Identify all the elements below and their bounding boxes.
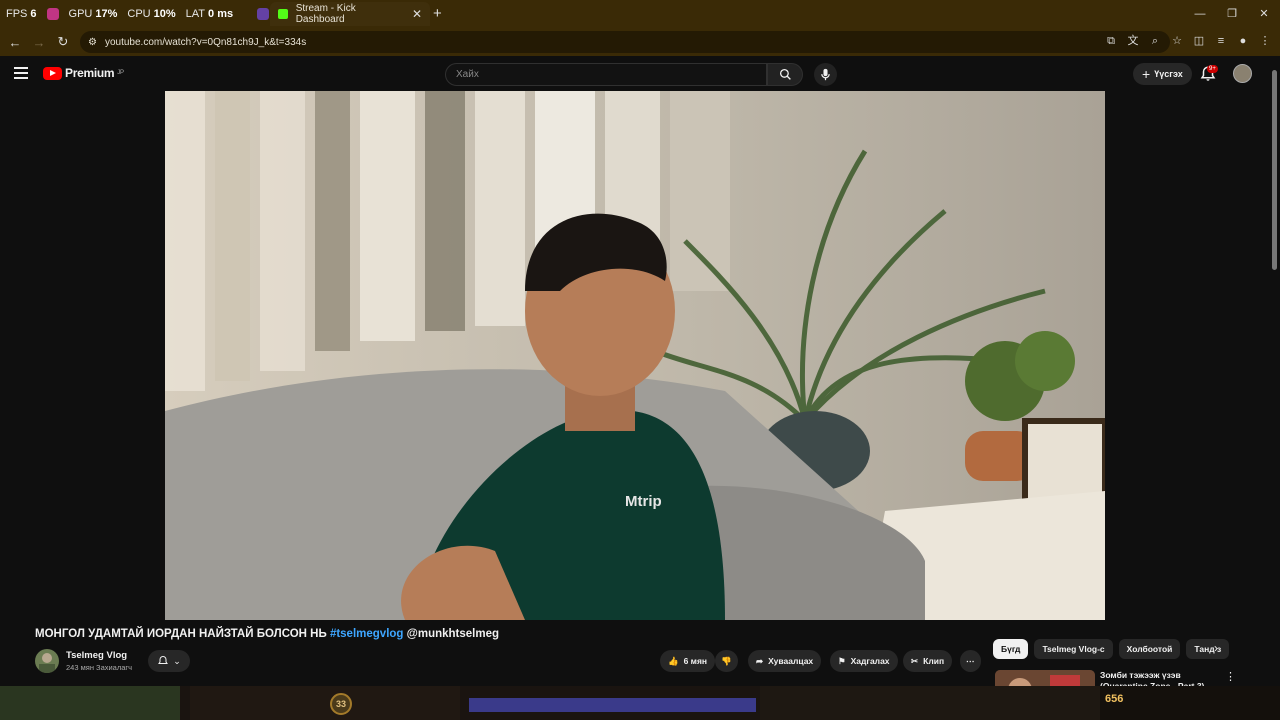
instagram-icon[interactable] bbox=[46, 8, 59, 20]
related-chips: Бүгд Tselmeg Vlog-с Холбоотой Танд з bbox=[993, 639, 1231, 659]
chip-related[interactable]: Холбоотой bbox=[1118, 639, 1181, 659]
reload-button[interactable]: ↻ bbox=[51, 34, 75, 50]
tab-kick-dashboard[interactable]: Stream - Kick Dashboard ✕ bbox=[270, 2, 430, 26]
close-window-button[interactable]: ✕ bbox=[1248, 0, 1280, 28]
chevron-down-icon: ⌄ bbox=[173, 655, 181, 666]
url-text: youtube.com/watch?v=0Qn81ch9J_k&t=334s bbox=[104, 36, 307, 48]
performance-overlay: FPS 6 GPU 17% CPU 10% LAT 0 ms bbox=[0, 0, 270, 28]
forward-button[interactable]: → bbox=[27, 35, 51, 50]
dislike-button[interactable]: 👎 bbox=[715, 650, 738, 672]
thumbs-up-icon: 👍 bbox=[668, 655, 679, 666]
overlay-bar bbox=[469, 698, 756, 712]
create-label: Үүсгэх bbox=[1154, 69, 1183, 79]
translate-icon[interactable]: 文 bbox=[1126, 32, 1140, 50]
cpu-key: CPU bbox=[127, 8, 151, 20]
more-actions-button[interactable]: ⋯ bbox=[960, 650, 981, 672]
back-button[interactable]: ← bbox=[3, 35, 27, 50]
channel-name[interactable]: Tselmeg Vlog bbox=[66, 650, 127, 661]
fps-value: 6 bbox=[30, 8, 37, 20]
channel-avatar[interactable] bbox=[35, 649, 59, 673]
gpu-stat: GPU 17% bbox=[69, 8, 118, 20]
search-icon bbox=[779, 68, 791, 80]
scrollbar-thumb[interactable] bbox=[1272, 70, 1277, 270]
bookmark-icon: ⚑ bbox=[838, 655, 846, 666]
logo-country: JP bbox=[117, 70, 124, 76]
window-controls: — ❐ ✕ bbox=[1184, 0, 1280, 28]
scissors-icon: ✂ bbox=[911, 655, 919, 666]
chip-for-you[interactable]: Танд з bbox=[1186, 639, 1230, 659]
fps-key: FPS bbox=[6, 8, 28, 20]
browser-tab-bar: FPS 6 GPU 17% CPU 10% LAT 0 ms Stream - … bbox=[0, 0, 1280, 28]
share-icon: ➦ bbox=[756, 655, 764, 666]
like-count: 6 мян bbox=[683, 656, 708, 666]
share-button[interactable]: ➦ Хуваалцах bbox=[748, 650, 822, 672]
maximize-button[interactable]: ❐ bbox=[1216, 0, 1248, 28]
youtube-header: Premium JP Хайх + Үүсгэх 9+ bbox=[0, 56, 1280, 92]
menu-icon[interactable] bbox=[14, 67, 28, 79]
level-badge: 33 bbox=[330, 693, 352, 715]
zoom-icon[interactable]: ⌕ bbox=[1148, 32, 1162, 50]
plus-icon: + bbox=[1142, 66, 1151, 82]
chips-next-icon[interactable]: › bbox=[1214, 641, 1218, 655]
lat-key: LAT bbox=[185, 8, 206, 20]
minimize-button[interactable]: — bbox=[1184, 0, 1216, 28]
browser-menu-icon[interactable]: ⋮ bbox=[1258, 32, 1272, 50]
save-label: Хадгалах bbox=[850, 656, 890, 666]
video-mention[interactable]: @munkhtselmeg bbox=[407, 628, 499, 640]
install-icon[interactable]: ⧉ bbox=[1104, 32, 1118, 50]
video-frame: Mtrip bbox=[165, 91, 1105, 620]
subscription-bell-button[interactable]: ⌄ bbox=[148, 650, 190, 672]
subscriber-count: 243 мян Захиалагч bbox=[66, 663, 133, 672]
create-button[interactable]: + Үүсгэх bbox=[1133, 63, 1192, 85]
cpu-stat: CPU 10% bbox=[127, 8, 175, 20]
cpu-value: 10% bbox=[153, 8, 176, 20]
more-icon: ⋯ bbox=[966, 655, 975, 666]
share-label: Хуваалцах bbox=[768, 656, 814, 666]
clip-button[interactable]: ✂ Клип bbox=[903, 650, 953, 672]
youtube-play-icon bbox=[43, 66, 62, 80]
voice-search-button[interactable] bbox=[814, 63, 837, 86]
clip-label: Клип bbox=[923, 656, 945, 666]
chip-all[interactable]: Бүгд bbox=[993, 639, 1029, 659]
video-player[interactable]: Mtrip bbox=[165, 91, 1105, 620]
logo-text: Premium bbox=[65, 66, 115, 80]
extensions-icon[interactable]: ◫ bbox=[1192, 32, 1206, 50]
channel-avatar-image bbox=[39, 653, 55, 673]
lat-stat: LAT 0 ms bbox=[186, 8, 233, 20]
thumbs-down-icon: 👎 bbox=[721, 655, 732, 666]
lat-value: 0 ms bbox=[208, 8, 234, 20]
chip-channel[interactable]: Tselmeg Vlog-с bbox=[1034, 639, 1113, 659]
video-hashtag[interactable]: #tselmegvlog bbox=[330, 628, 404, 640]
gpu-key: GPU bbox=[68, 8, 93, 20]
gold-counter: 656 bbox=[1105, 693, 1124, 705]
search-input[interactable]: Хайх bbox=[445, 63, 767, 86]
browser-address-bar: ← → ↻ ⚙ youtube.com/watch?v=0Qn81ch9J_k&… bbox=[0, 28, 1280, 56]
gpu-value: 17% bbox=[95, 8, 118, 20]
twitch-icon[interactable] bbox=[257, 8, 270, 20]
recommendation-more-icon[interactable]: ⋮ bbox=[1225, 670, 1236, 683]
microphone-icon bbox=[821, 68, 830, 81]
kick-icon bbox=[278, 9, 288, 19]
search-button[interactable] bbox=[767, 63, 803, 86]
save-button[interactable]: ⚑ Хадгалах bbox=[830, 650, 898, 672]
url-field[interactable]: ⚙ youtube.com/watch?v=0Qn81ch9J_k&t=334s bbox=[80, 31, 1170, 53]
video-title-text: МОНГОЛ УДАМТАЙ ИОРДАН НАЙЗТАЙ БОЛСОН НЬ bbox=[35, 628, 327, 640]
bookmark-star-icon[interactable]: ☆ bbox=[1170, 32, 1184, 50]
youtube-premium-logo[interactable]: Premium JP bbox=[43, 66, 124, 80]
browser-toolbar-icons: ⧉ 文 ⌕ ☆ ◫ ≡ ● ⋮ bbox=[1104, 32, 1272, 50]
fps-stat: FPS 6 bbox=[6, 8, 37, 20]
media-controls-icon[interactable]: ≡ bbox=[1214, 32, 1228, 50]
shirt-logo: Mtrip bbox=[625, 493, 662, 510]
account-avatar[interactable] bbox=[1233, 64, 1252, 83]
new-tab-button[interactable]: + bbox=[433, 5, 442, 22]
like-button[interactable]: 👍 6 мян bbox=[660, 650, 716, 672]
notification-badge: 9+ bbox=[1207, 65, 1218, 73]
bell-icon bbox=[158, 655, 169, 664]
close-tab-icon[interactable]: ✕ bbox=[412, 7, 422, 21]
site-info-icon[interactable]: ⚙ bbox=[88, 37, 97, 48]
video-title: МОНГОЛ УДАМТАЙ ИОРДАН НАЙЗТАЙ БОЛСОН НЬ … bbox=[35, 628, 499, 640]
profile-icon[interactable]: ● bbox=[1236, 32, 1250, 50]
tab-title: Stream - Kick Dashboard bbox=[295, 3, 356, 25]
